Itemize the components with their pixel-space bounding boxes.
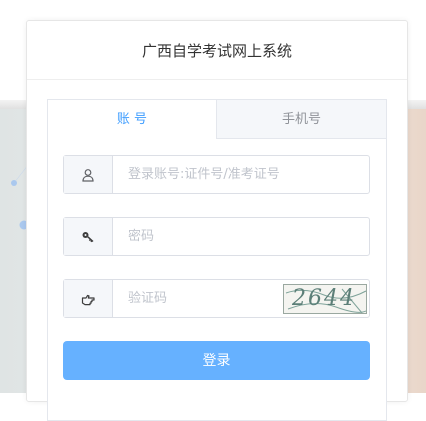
password-input[interactable]: [113, 218, 368, 255]
captcha-text: 2644: [292, 286, 356, 311]
login-card: 广西自学考试网上系统 账 号 手机号 登录账号:证件号/准考证号 验证码 264…: [26, 20, 408, 421]
key-icon: [64, 218, 113, 255]
tab-account[interactable]: 账 号: [48, 100, 216, 139]
account-field: [63, 155, 370, 194]
captcha-field: 2644: [63, 279, 370, 318]
account-input[interactable]: [113, 156, 368, 193]
hand-pointer-icon: [64, 280, 113, 317]
tab-phone[interactable]: 手机号: [216, 100, 386, 139]
password-field: [63, 217, 370, 256]
login-button[interactable]: 登录: [63, 341, 370, 380]
captcha-image[interactable]: 2644: [283, 284, 367, 314]
captcha-input[interactable]: [113, 280, 278, 317]
system-title: 广西自学考试网上系统: [27, 21, 407, 80]
login-form-panel: 账 号 手机号 登录账号:证件号/准考证号 验证码 2644 登录: [47, 99, 387, 421]
user-icon: [64, 156, 113, 193]
